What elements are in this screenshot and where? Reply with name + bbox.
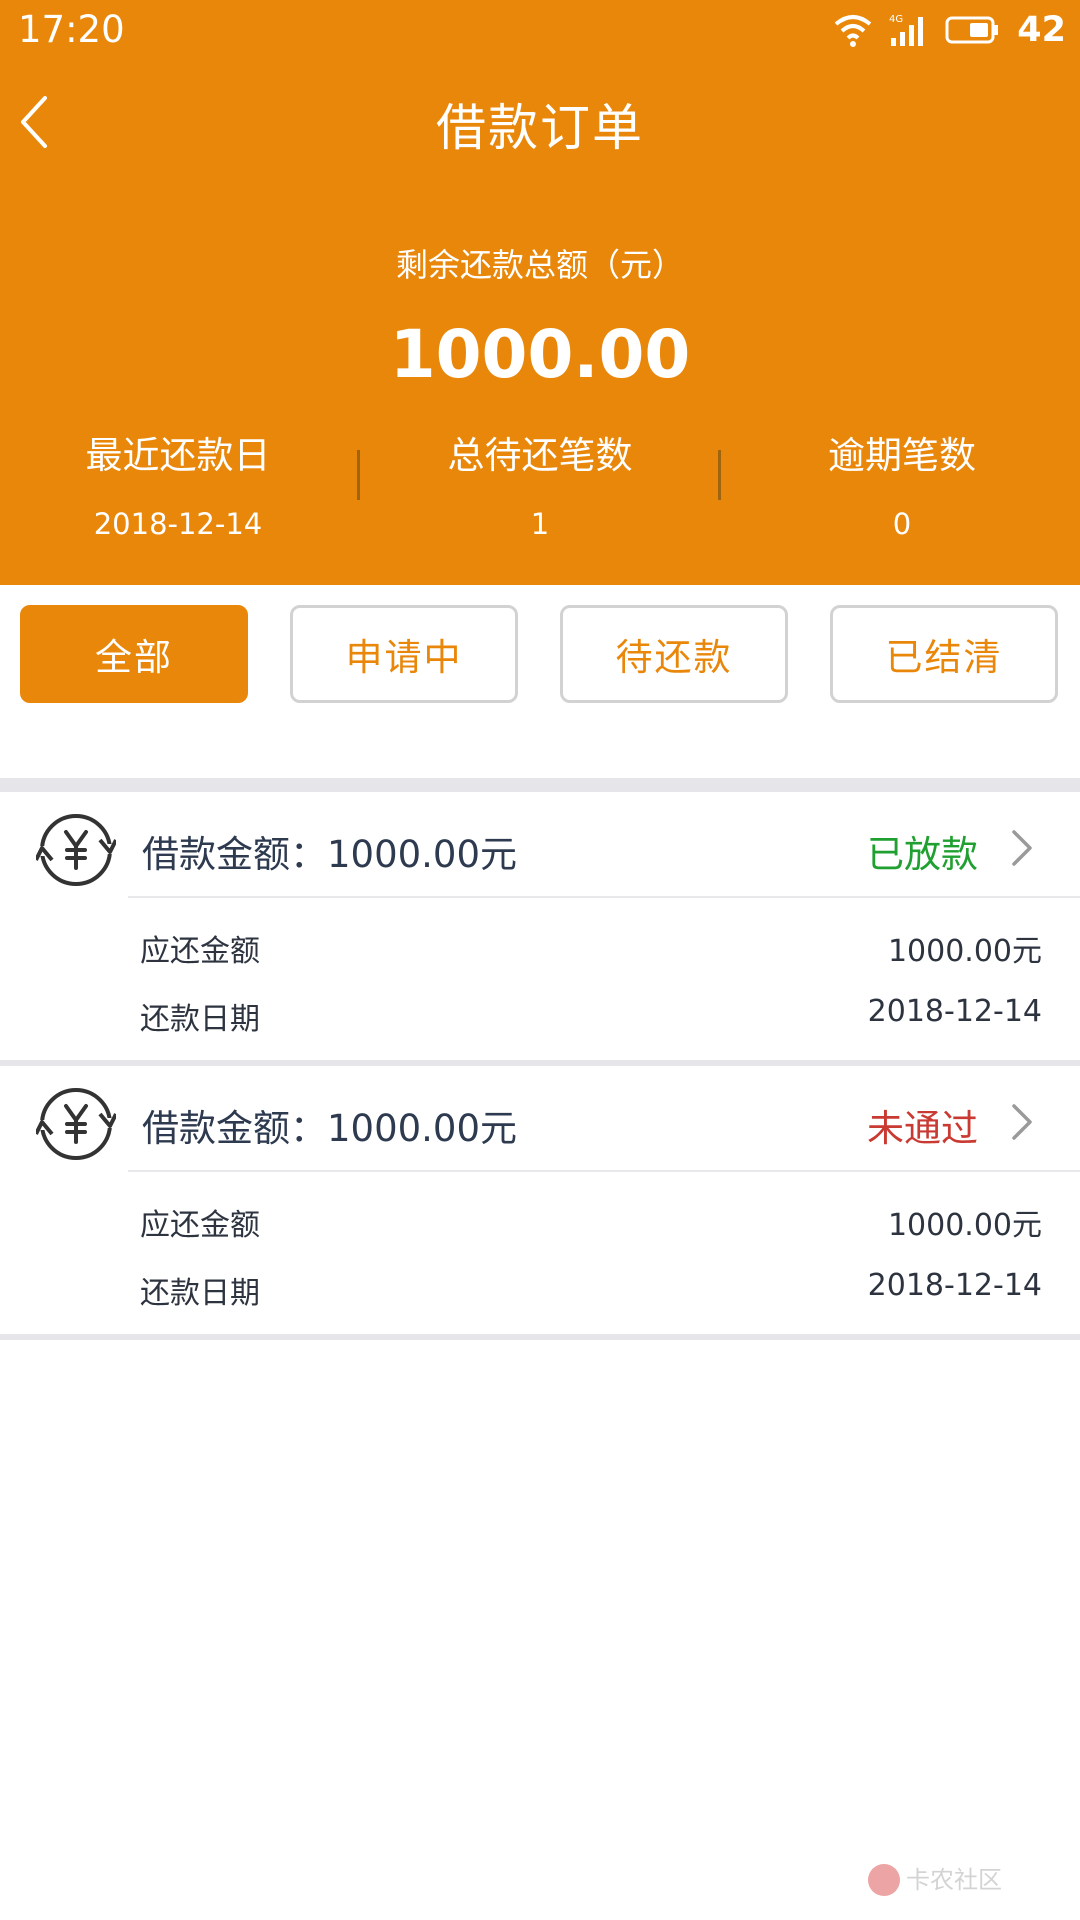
stat-overdue-count: 逾期笔数 0	[752, 425, 1052, 541]
row-divider	[128, 896, 1080, 898]
repayment-date-value: 2018-12-14	[867, 994, 1042, 1029]
stat-divider	[357, 450, 360, 500]
filter-tab-pending-repayment[interactable]: 待还款	[560, 605, 788, 703]
filter-tab-all[interactable]: 全部	[20, 605, 248, 703]
battery-icon	[945, 16, 1001, 44]
svg-text:4G: 4G	[889, 14, 903, 25]
stat-value: 1	[530, 507, 550, 541]
watermark-logo: 卡农社区	[868, 1864, 1002, 1896]
signal-4g-icon: 4G	[889, 12, 929, 48]
filter-tab-applying[interactable]: 申请中	[290, 605, 518, 703]
stat-value: 0	[892, 507, 912, 541]
repayment-date-value: 2018-12-14	[867, 1268, 1042, 1303]
page-title: 借款订单	[436, 99, 644, 157]
status-time: 17:20	[18, 8, 125, 51]
row-divider	[128, 1170, 1080, 1172]
due-amount-label: 应还金额	[140, 934, 260, 969]
svg-text:卡农社区: 卡农社区	[906, 1866, 1002, 1894]
stat-label: 逾期笔数	[828, 434, 976, 477]
yuan-exchange-icon	[36, 814, 116, 886]
remaining-total-amount: 1000.00	[389, 316, 691, 393]
loan-amount: 借款金额：1000.00元	[142, 1107, 518, 1150]
loan-amount: 借款金额：1000.00元	[142, 833, 518, 876]
stat-label: 最近还款日	[85, 434, 271, 477]
due-amount-value: 1000.00元	[887, 1208, 1042, 1243]
remaining-total-label: 剩余还款总额（元）	[395, 246, 684, 284]
order-status: 已放款	[867, 833, 978, 876]
order-card[interactable]: 借款金额：1000.00元 已放款 应还金额 1000.00元 还款日期 201…	[0, 792, 1080, 1056]
wifi-icon	[833, 12, 873, 48]
repayment-date-label: 还款日期	[140, 1002, 260, 1037]
card-separator	[0, 1334, 1080, 1340]
header: 17:20 4G 42 借款订单 剩余还款总额（元） 1000.00 最近还款日…	[0, 0, 1080, 585]
chevron-right-icon	[1012, 830, 1032, 866]
stat-recent-due-date: 最近还款日 2018-12-14	[28, 425, 328, 541]
stat-divider	[718, 450, 721, 500]
stat-value: 2018-12-14	[93, 507, 263, 541]
chevron-right-icon	[1012, 1104, 1032, 1140]
due-amount-value: 1000.00元	[887, 934, 1042, 969]
due-amount-label: 应还金额	[140, 1208, 260, 1243]
stat-label: 总待还笔数	[447, 434, 633, 477]
battery-level: 42	[1017, 10, 1066, 50]
order-card[interactable]: 借款金额：1000.00元 未通过 应还金额 1000.00元 还款日期 201…	[0, 1066, 1080, 1330]
order-status: 未通过	[867, 1107, 978, 1150]
filter-tab-settled[interactable]: 已结清	[830, 605, 1058, 703]
yuan-exchange-icon	[36, 1088, 116, 1160]
status-icons: 4G 42	[833, 8, 1066, 52]
stat-pending-count: 总待还笔数 1	[390, 425, 690, 541]
section-divider	[0, 778, 1080, 792]
repayment-date-label: 还款日期	[140, 1276, 260, 1311]
